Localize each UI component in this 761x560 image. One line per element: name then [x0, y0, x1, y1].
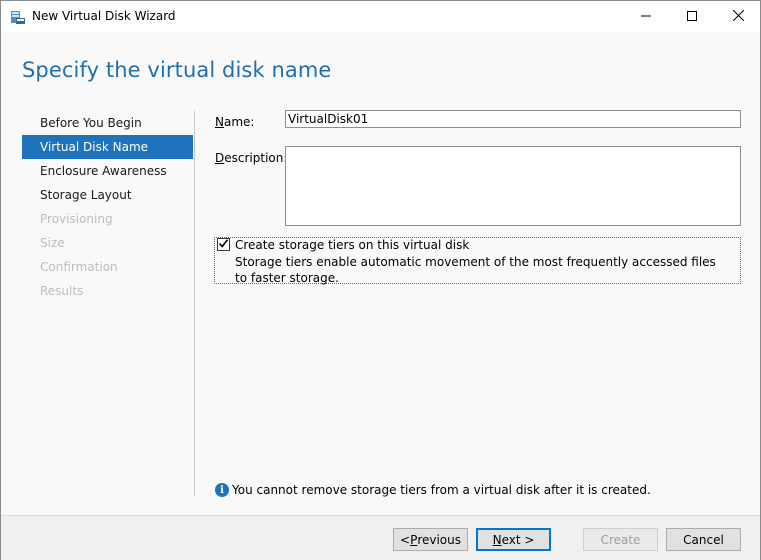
- storage-tiers-label[interactable]: Create storage tiers on this virtual dis…: [235, 238, 469, 252]
- minimize-button[interactable]: [623, 1, 669, 32]
- storage-tiers-checkbox[interactable]: [217, 238, 230, 251]
- create-button: Create: [583, 528, 658, 551]
- maximize-icon: [687, 10, 697, 24]
- nav-item-virtual-disk-name[interactable]: Virtual Disk Name: [22, 135, 193, 159]
- nav-item-results: Results: [40, 284, 84, 298]
- info-icon: i: [215, 483, 229, 497]
- info-text: You cannot remove storage tiers from a v…: [232, 483, 651, 497]
- previous-button[interactable]: < Previous: [393, 528, 468, 551]
- wizard-window: New Virtual Disk Wizard Specify the virt…: [0, 0, 761, 560]
- virtual-disk-app-icon: [10, 9, 26, 25]
- nav-item-before-you-begin[interactable]: Before You Begin: [22, 111, 193, 135]
- storage-tiers-description: Storage tiers enable automatic movement …: [235, 255, 716, 285]
- nav-divider: [194, 111, 195, 496]
- cancel-button[interactable]: Cancel: [666, 528, 741, 551]
- nav-item-enclosure-awareness[interactable]: Enclosure Awareness: [22, 159, 193, 183]
- wizard-header: Specify the virtual disk name: [1, 32, 760, 102]
- checkmark-icon: [218, 238, 229, 252]
- nav-item-confirmation: Confirmation: [40, 260, 118, 274]
- description-label: Description:: [215, 151, 288, 165]
- info-message: i You cannot remove storage tiers from a…: [215, 482, 651, 498]
- description-input[interactable]: [285, 146, 741, 226]
- close-icon: [732, 9, 744, 24]
- nav-item-storage-layout[interactable]: Storage Layout: [22, 183, 193, 207]
- name-label: Name:: [215, 115, 255, 129]
- title-bar[interactable]: New Virtual Disk Wizard: [1, 1, 760, 32]
- minimize-icon: [641, 10, 651, 24]
- next-button[interactable]: Next >: [476, 528, 551, 551]
- name-input[interactable]: [285, 110, 741, 128]
- close-button[interactable]: [715, 1, 761, 32]
- maximize-button[interactable]: [669, 1, 715, 32]
- nav-item-provisioning: Provisioning: [40, 212, 113, 226]
- page-title: Specify the virtual disk name: [22, 58, 332, 82]
- window-title: New Virtual Disk Wizard: [32, 9, 176, 23]
- nav-item-size: Size: [40, 236, 65, 250]
- wizard-step-nav: Before You Begin Virtual Disk Name Enclo…: [22, 111, 193, 303]
